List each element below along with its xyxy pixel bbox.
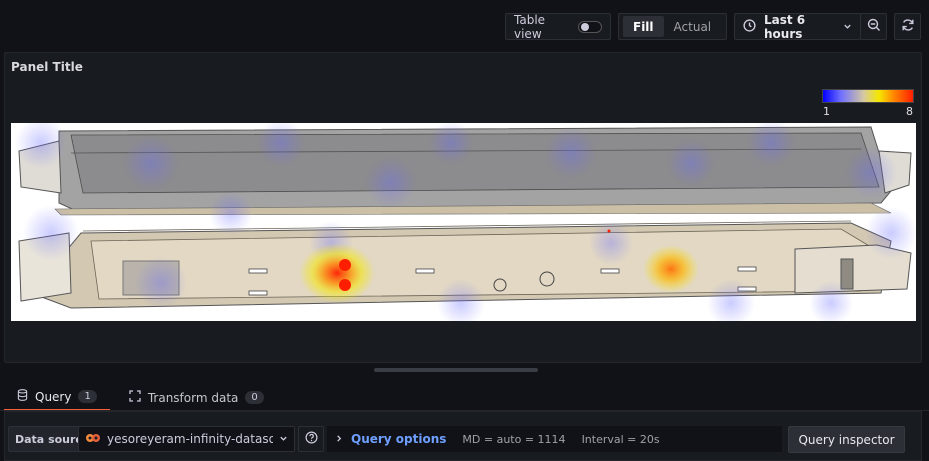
table-view-label: Table view (514, 12, 546, 41)
fill-button[interactable]: Fill (623, 16, 664, 37)
query-options-label: Query options (351, 432, 447, 446)
legend-color-bar (822, 89, 914, 103)
query-inspector-button[interactable]: Query inspector (788, 426, 905, 453)
actual-button[interactable]: Actual (664, 16, 722, 37)
tab-transform-label: Transform data (147, 390, 239, 405)
heatmap-legend: 1 8 (822, 89, 914, 118)
data-source-picker[interactable]: yesoreyeram-infinity-datasour (78, 426, 295, 452)
refresh-icon (901, 18, 915, 35)
panel-resize-handle[interactable] (374, 368, 538, 372)
chevron-right-icon (335, 433, 343, 446)
interval-text: Interval = 20s (581, 432, 660, 446)
legend-min-label: 1 (823, 105, 830, 118)
table-view-switch[interactable] (578, 20, 602, 33)
time-range-picker[interactable]: Last 6 hours (734, 12, 861, 41)
transform-icon (129, 390, 141, 405)
tab-query-count: 1 (78, 390, 97, 403)
infinity-datasource-icon (85, 432, 101, 446)
query-options-toggle[interactable]: Query options MD = auto = 1114 Interval … (327, 426, 782, 452)
tab-transform-data[interactable]: Transform data 0 (116, 384, 277, 411)
help-icon (305, 431, 318, 447)
chevron-down-icon (279, 432, 288, 446)
tab-transform-count: 0 (245, 391, 264, 404)
time-range-label: Last 6 hours (764, 12, 806, 41)
zoom-out-button[interactable] (860, 13, 887, 40)
tab-query[interactable]: Query 1 (4, 384, 110, 411)
panel-title: Panel Title (11, 60, 83, 74)
database-icon (17, 389, 28, 404)
part-drawing-heatmap (15, 123, 916, 321)
fill-actual-group: Fill Actual (618, 13, 727, 40)
query-editor-row: Data source yesoreyeram-infinity-datasou… (4, 411, 922, 461)
panel: Panel Title 1 8 (4, 52, 922, 363)
zoom-out-icon (867, 18, 881, 35)
max-data-points-text: MD = auto = 1114 (462, 432, 566, 446)
panel-toolbar: Table view Fill Actual Last 6 hours (505, 12, 921, 41)
editor-tabs: Query 1 Transform data 0 (4, 384, 277, 411)
tab-query-label: Query (35, 389, 72, 404)
chevron-down-icon (843, 20, 852, 34)
data-source-help-button[interactable] (298, 426, 324, 452)
clock-icon (743, 18, 756, 35)
data-source-value: yesoreyeram-infinity-datasour (107, 432, 273, 446)
heatmap-image (11, 123, 916, 321)
legend-max-label: 8 (906, 105, 913, 118)
refresh-button[interactable] (894, 13, 921, 40)
table-view-toggle[interactable]: Table view (505, 12, 611, 41)
